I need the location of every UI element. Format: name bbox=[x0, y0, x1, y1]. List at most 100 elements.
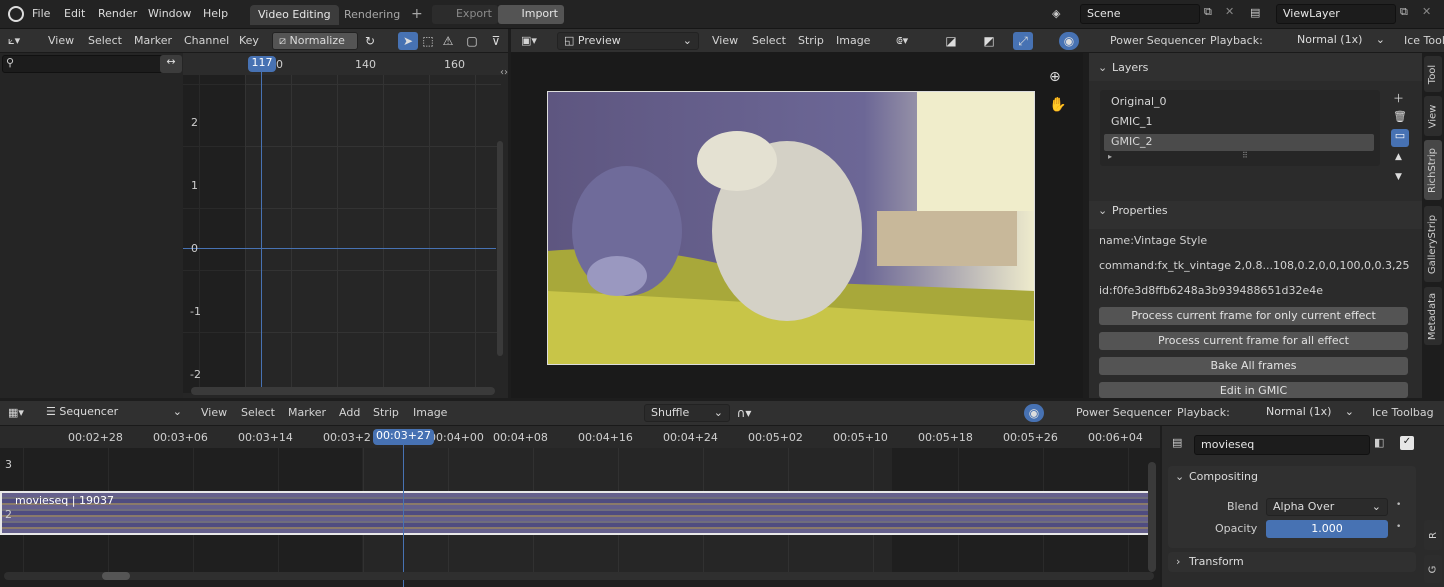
collapse-arrows-icon[interactable]: ‹› bbox=[500, 67, 508, 78]
expand-arrow-icon[interactable]: ▸ bbox=[1108, 152, 1112, 161]
seq-playback-dropdown[interactable]: Normal (1x) ⌄ bbox=[1260, 404, 1360, 422]
sequencer-view-type-dropdown[interactable]: ☰ Sequencer ⌄ bbox=[40, 404, 188, 422]
layer-item[interactable]: GMIC_2 bbox=[1104, 134, 1374, 151]
menu-help[interactable]: Help bbox=[203, 7, 228, 20]
timeline-horizontal-scrollbar[interactable] bbox=[4, 572, 1154, 580]
sidetab-r[interactable]: R bbox=[1424, 520, 1442, 550]
preview-menu-image[interactable]: Image bbox=[836, 34, 870, 47]
sidetab-metadata[interactable]: Metadata bbox=[1424, 287, 1442, 345]
hand-pan-icon[interactable]: ✋ bbox=[1049, 97, 1066, 113]
tab-rendering[interactable]: Rendering bbox=[336, 5, 408, 25]
blend-dropdown[interactable]: Alpha Over ⌄ bbox=[1266, 498, 1388, 516]
close-viewlayer-icon[interactable]: ✕ bbox=[1422, 5, 1431, 18]
vertical-scrollbar[interactable] bbox=[497, 141, 503, 356]
compositing-collapse-icon[interactable]: ⌄ bbox=[1175, 470, 1184, 483]
swap-icon[interactable]: ↔ bbox=[160, 55, 182, 73]
horizontal-scrollbar[interactable] bbox=[191, 387, 495, 395]
transform-expand-icon[interactable]: › bbox=[1176, 555, 1180, 568]
playhead-line[interactable] bbox=[261, 61, 262, 395]
edit-in-gmic-button[interactable]: Edit in GMIC bbox=[1099, 382, 1408, 398]
overlay-toggle-icon[interactable]: ◉ bbox=[1024, 404, 1044, 422]
menu-edit[interactable]: Edit bbox=[64, 7, 85, 20]
view-type-dropdown[interactable]: ◱ Preview ⌄ bbox=[557, 32, 699, 50]
filter-icon[interactable]: ⊽ bbox=[486, 32, 506, 50]
import-button[interactable]: Import bbox=[498, 5, 564, 24]
sequencer-timeline[interactable]: 00:02+28 00:03+06 00:03+14 00:03+2 00:04… bbox=[0, 426, 1160, 587]
graph-menu-marker[interactable]: Marker bbox=[134, 34, 172, 47]
seq-menu-view[interactable]: View bbox=[201, 406, 227, 419]
sidetab-view[interactable]: View bbox=[1424, 96, 1442, 136]
timeline-vertical-scrollbar[interactable] bbox=[1148, 462, 1156, 572]
layer-item[interactable]: GMIC_1 bbox=[1104, 114, 1374, 131]
strip-enable-checkbox[interactable]: ✓ bbox=[1400, 436, 1414, 450]
graph-menu-channel[interactable]: Channel bbox=[184, 34, 229, 47]
current-frame-badge[interactable]: 117 bbox=[248, 56, 276, 72]
viewlayer-field[interactable]: ViewLayer bbox=[1276, 4, 1396, 24]
seq-ice-toolbag-menu[interactable]: Ice Toolbag bbox=[1372, 406, 1434, 419]
copy-viewlayer-icon[interactable]: ⧉ bbox=[1400, 5, 1408, 19]
graph-editor[interactable]: ⚲ ↔ 117 0 140 160 2 1 0 -1 -2 ‹› bbox=[0, 53, 508, 398]
seq-menu-image[interactable]: Image bbox=[413, 406, 447, 419]
scrollbar-thumb[interactable] bbox=[102, 572, 130, 580]
playhead-line[interactable] bbox=[403, 444, 404, 587]
display-channels-icon[interactable]: ◪ bbox=[941, 32, 961, 50]
keyframe-dot-icon[interactable]: • bbox=[1396, 522, 1401, 532]
zoom-icon[interactable]: ⊕ bbox=[1049, 69, 1061, 85]
process-current-effect-button[interactable]: Process current frame for only current e… bbox=[1099, 307, 1408, 325]
normalize-toggle[interactable]: ⧄ Normalize bbox=[272, 32, 358, 50]
graph-menu-view[interactable]: View bbox=[48, 34, 74, 47]
box-select-icon[interactable]: ⬚ bbox=[418, 32, 438, 50]
sidetab-richstrip[interactable]: RichStrip bbox=[1424, 140, 1442, 200]
channel-search-input[interactable]: ⚲ bbox=[2, 55, 180, 73]
preview-menu-view[interactable]: View bbox=[712, 34, 738, 47]
monitor-icon[interactable]: ▭ bbox=[1391, 129, 1409, 147]
trash-icon[interactable]: 🗑 bbox=[1393, 110, 1407, 123]
layer-item[interactable]: Original_0 bbox=[1104, 94, 1374, 111]
add-workspace-button[interactable]: + bbox=[403, 3, 431, 23]
shuffle-dropdown[interactable]: Shuffle ⌄ bbox=[644, 404, 730, 422]
graph-menu-select[interactable]: Select bbox=[88, 34, 122, 47]
sidetab-tool[interactable]: Tool bbox=[1424, 56, 1442, 92]
preview-editor-type-icon[interactable]: ▣▾ bbox=[521, 34, 537, 47]
graph-editor-type-icon[interactable]: ⟀▾ bbox=[8, 34, 20, 48]
movie-strip[interactable] bbox=[0, 491, 1150, 535]
export-button[interactable]: Export bbox=[432, 5, 498, 24]
seq-menu-marker[interactable]: Marker bbox=[288, 406, 326, 419]
add-layer-icon[interactable]: ＋ bbox=[1393, 90, 1404, 106]
transform-icon[interactable]: ⤢ bbox=[1013, 32, 1033, 50]
bake-all-frames-button[interactable]: Bake All frames bbox=[1099, 357, 1408, 375]
menu-window[interactable]: Window bbox=[148, 7, 191, 20]
opacity-slider[interactable]: 1.000 bbox=[1266, 520, 1388, 538]
overlay-toggle-icon[interactable]: ◉ bbox=[1059, 32, 1079, 50]
layers-collapse-icon[interactable]: ⌄ bbox=[1098, 61, 1107, 74]
overlay-icon[interactable]: ▢ bbox=[462, 32, 482, 50]
sequencer-editor-type-icon[interactable]: ▦▾ bbox=[8, 406, 24, 419]
eyedropper-icon[interactable]: ◧ bbox=[1374, 436, 1384, 449]
preview-power-sequencer-menu[interactable]: Power Sequencer bbox=[1110, 34, 1206, 47]
snap-magnet-icon[interactable]: ∩▾ bbox=[734, 404, 754, 422]
graph-menu-key[interactable]: Key bbox=[239, 34, 259, 47]
gizmo-icon[interactable]: ◩ bbox=[979, 32, 999, 50]
properties-collapse-icon[interactable]: ⌄ bbox=[1098, 204, 1107, 217]
tab-video-editing[interactable]: Video Editing bbox=[250, 5, 339, 25]
menu-file[interactable]: File bbox=[32, 7, 50, 20]
move-down-icon[interactable]: ▼ bbox=[1395, 172, 1402, 182]
seq-menu-strip[interactable]: Strip bbox=[373, 406, 399, 419]
close-scene-icon[interactable]: ✕ bbox=[1225, 5, 1234, 18]
preview-viewport[interactable]: ⊕ ✋ bbox=[511, 53, 1083, 398]
blender-logo-icon[interactable] bbox=[8, 6, 24, 22]
process-all-effect-button[interactable]: Process current frame for all effect bbox=[1099, 332, 1408, 350]
copy-scene-icon[interactable]: ⧉ bbox=[1204, 5, 1212, 19]
preview-menu-select[interactable]: Select bbox=[752, 34, 786, 47]
sidetab-g[interactable]: G bbox=[1424, 555, 1442, 583]
preview-playback-dropdown[interactable]: Normal (1x) ⌄ bbox=[1291, 32, 1391, 50]
current-time-badge[interactable]: 00:03+27 bbox=[373, 429, 434, 445]
seq-power-sequencer-menu[interactable]: Power Sequencer bbox=[1076, 406, 1172, 419]
menu-render[interactable]: Render bbox=[98, 7, 137, 20]
strip-name-field[interactable]: movieseq bbox=[1194, 435, 1370, 455]
select-cursor-icon[interactable]: ➤ bbox=[398, 32, 418, 50]
pivot-icon[interactable]: ⟃▾ bbox=[896, 34, 908, 48]
scene-icon[interactable]: ◈ bbox=[1052, 7, 1060, 20]
refresh-icon[interactable]: ↻ bbox=[360, 32, 380, 50]
preview-menu-strip[interactable]: Strip bbox=[798, 34, 824, 47]
